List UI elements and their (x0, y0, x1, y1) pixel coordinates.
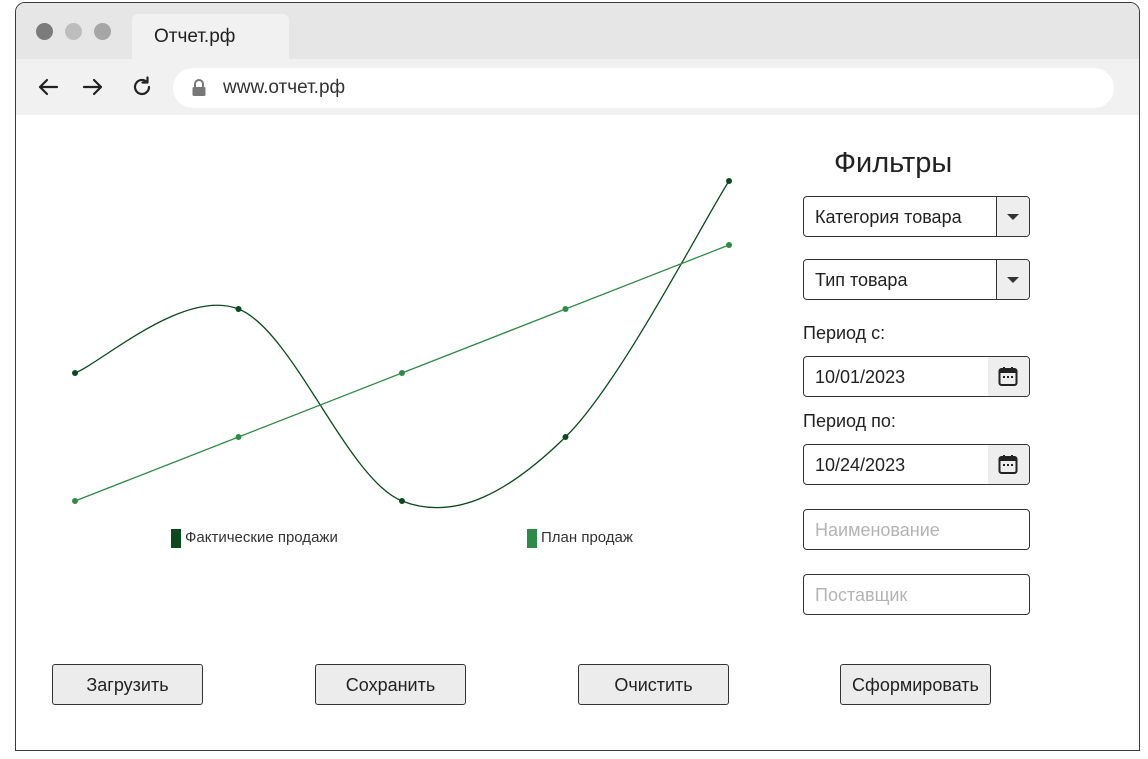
chevron-down-icon[interactable] (996, 197, 1029, 236)
legend-label-plan: План продаж (541, 529, 633, 546)
series-1-point-4 (726, 242, 732, 248)
legend-swatch-actual (171, 528, 181, 548)
category-select-value: Категория товара (815, 207, 962, 227)
calendar-icon[interactable] (988, 445, 1029, 484)
clear-button[interactable]: Очистить (578, 664, 729, 705)
series-0-point-0 (72, 370, 78, 376)
period-to-value: 10/24/2023 (815, 455, 906, 475)
period-to-field[interactable]: 10/24/2023 (803, 444, 1030, 485)
legend-label-actual: Фактические продажи (185, 529, 338, 546)
series-1-point-1 (235, 434, 242, 440)
legend-item-actual: Фактические продажи (171, 528, 338, 548)
type-select-value: Тип товара (815, 270, 908, 290)
period-to-label: Период по: (803, 411, 896, 431)
series-0-point-2 (399, 498, 405, 504)
series-1-point-0 (72, 498, 78, 504)
series-1-point-2 (399, 370, 405, 376)
legend-item-plan: План продаж (527, 528, 633, 548)
calendar-icon[interactable] (988, 357, 1029, 396)
series-1-point-3 (562, 306, 569, 312)
period-from-field[interactable]: 10/01/2023 (803, 356, 1030, 397)
period-from-label: Период с: (803, 323, 886, 343)
supplier-input[interactable]: Поставщик (803, 574, 1030, 615)
sales-line-chart (72, 178, 732, 509)
generate-button[interactable]: Сформировать (840, 664, 991, 705)
type-select[interactable]: Тип товара (803, 259, 1030, 300)
legend-swatch-plan (527, 528, 537, 548)
category-select[interactable]: Категория товара (803, 196, 1030, 237)
series-0-point-3 (562, 434, 569, 440)
name-input-placeholder: Наименование (815, 520, 940, 540)
name-input[interactable]: Наименование (803, 509, 1030, 550)
series-line-0 (74, 180, 730, 509)
series-0-point-1 (235, 306, 242, 312)
save-button[interactable]: Сохранить (315, 664, 466, 705)
series-0-point-4 (726, 178, 732, 184)
filters-title: Фильтры (834, 147, 953, 179)
load-button[interactable]: Загрузить (52, 664, 203, 705)
period-from-value: 10/01/2023 (815, 367, 906, 387)
supplier-input-placeholder: Поставщик (815, 585, 908, 605)
chevron-down-icon[interactable] (996, 260, 1029, 299)
